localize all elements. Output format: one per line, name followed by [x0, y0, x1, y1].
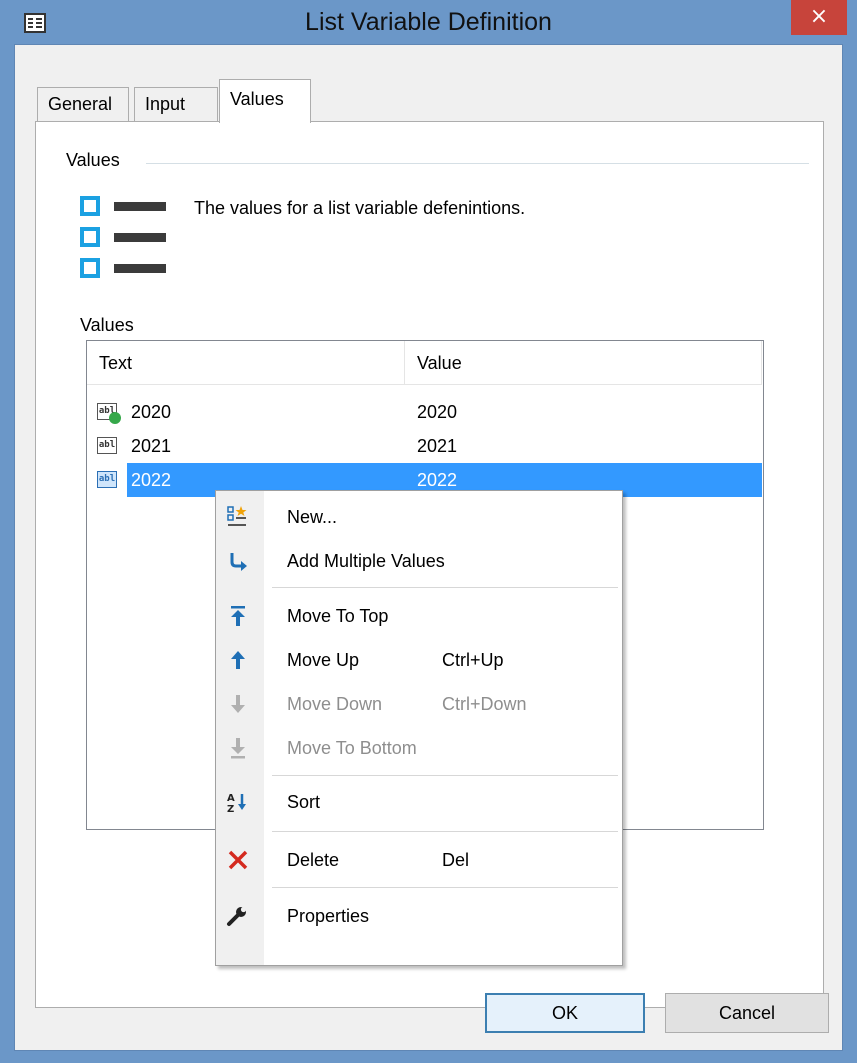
- title-bar[interactable]: List Variable Definition ×: [0, 0, 857, 44]
- tab-values[interactable]: Values: [219, 79, 311, 123]
- menu-item-label: Move Up: [287, 650, 360, 670]
- menu-item-move-up[interactable]: Move Up Ctrl+Up: [216, 639, 622, 681]
- item-value: 2021: [417, 436, 458, 456]
- menu-item-label: Delete: [287, 850, 340, 870]
- item-text: 2022: [131, 470, 172, 490]
- default-check-icon: [109, 412, 121, 424]
- group-heading: Values: [66, 150, 120, 170]
- ok-button[interactable]: OK: [485, 993, 645, 1033]
- values-list-label: Values: [80, 315, 134, 335]
- menu-item-move-to-bottom[interactable]: Move To Bottom: [216, 727, 622, 769]
- menu-item-delete[interactable]: Delete Del: [216, 839, 622, 881]
- item-value: 2020: [417, 402, 458, 422]
- svg-text:Z: Z: [227, 804, 234, 814]
- menu-item-label: Move Down: [287, 694, 383, 714]
- move-down-icon: [231, 695, 245, 713]
- list-header: Text Value: [87, 341, 762, 385]
- text-icon: abl: [97, 471, 117, 488]
- menu-item-shortcut: Del: [442, 850, 470, 870]
- close-icon: ×: [809, 4, 829, 29]
- close-button[interactable]: ×: [791, 0, 847, 35]
- menu-separator: [272, 887, 618, 888]
- menu-item-move-down[interactable]: Move Down Ctrl+Down: [216, 683, 622, 725]
- menu-item-label: Move To Bottom: [287, 738, 417, 758]
- tab-input[interactable]: Input: [134, 87, 218, 121]
- menu-item-move-to-top[interactable]: Move To Top: [216, 595, 622, 637]
- list-item[interactable]: abl 2021 2021: [87, 429, 762, 463]
- item-text: 2021: [131, 436, 172, 456]
- menu-item-label: Move To Top: [287, 606, 389, 626]
- menu-separator: [272, 587, 618, 588]
- delete-icon: [228, 850, 248, 870]
- menu-separator: [272, 775, 618, 776]
- move-up-icon: [231, 651, 245, 669]
- group-description: The values for a list variable defeninti…: [194, 198, 526, 218]
- cancel-button[interactable]: Cancel: [665, 993, 829, 1033]
- menu-item-label: New...: [287, 507, 338, 527]
- dialog-window: List Variable Definition × General Input…: [0, 0, 857, 1063]
- text-icon: abl: [97, 437, 117, 454]
- menu-item-label: Properties: [287, 906, 370, 926]
- menu-item-shortcut: Ctrl+Up: [442, 650, 504, 670]
- list-variable-icon: [80, 196, 172, 282]
- menu-item-label: Sort: [287, 792, 321, 812]
- menu-separator: [272, 831, 618, 832]
- menu-item-sort[interactable]: A Z Sort: [216, 781, 622, 823]
- move-to-bottom-icon: [231, 738, 245, 759]
- svg-text:A: A: [227, 793, 235, 804]
- context-menu: New... Add Multiple Values Move To Top M…: [215, 490, 623, 966]
- window-title: List Variable Definition: [305, 8, 552, 36]
- add-multiple-icon: [230, 553, 247, 571]
- sort-az-icon: A Z: [227, 793, 246, 814]
- new-item-icon: [227, 506, 247, 526]
- list-item[interactable]: abl 2020 2020: [87, 395, 762, 429]
- menu-item-shortcut: Ctrl+Down: [442, 694, 527, 714]
- column-header-value[interactable]: Value: [405, 341, 762, 385]
- menu-item-label: Add Multiple Values: [287, 551, 445, 571]
- menu-item-properties[interactable]: Properties: [216, 895, 622, 937]
- item-text: 2020: [131, 402, 172, 422]
- menu-item-new[interactable]: New...: [216, 496, 622, 538]
- menu-item-add-multiple-values[interactable]: Add Multiple Values: [216, 540, 622, 582]
- group-divider: [146, 163, 809, 164]
- move-to-top-icon: [231, 606, 245, 626]
- column-header-text[interactable]: Text: [87, 341, 405, 385]
- wrench-icon: [227, 906, 247, 926]
- tab-general[interactable]: General: [37, 87, 129, 121]
